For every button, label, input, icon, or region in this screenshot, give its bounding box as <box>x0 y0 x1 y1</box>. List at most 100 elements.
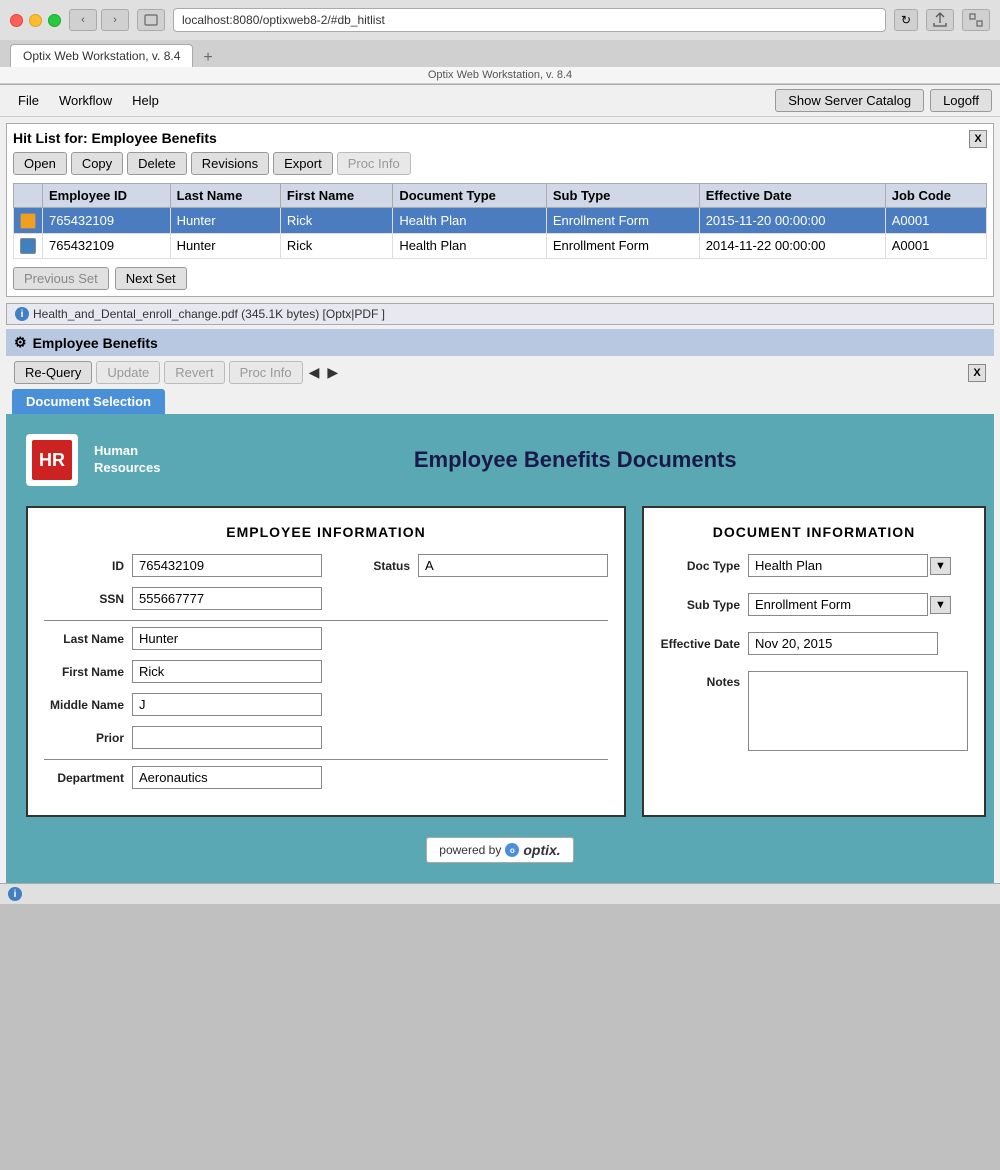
sub-type-select-wrapper: Enrollment Form ▼ <box>748 593 951 616</box>
re-query-button[interactable]: Re-Query <box>14 361 92 384</box>
row-icon-1 <box>20 213 36 229</box>
last-name-label: Last Name <box>44 632 124 646</box>
powered-by: powered by o optix. <box>26 837 974 863</box>
prior-label: Prior <box>44 731 124 745</box>
doc-type-field-row: Doc Type Health Plan ▼ <box>660 554 968 577</box>
menu-file[interactable]: File <box>8 90 49 111</box>
revisions-button[interactable]: Revisions <box>191 152 269 175</box>
forms-row: EMPLOYEE INFORMATION ID Status SSN Last … <box>26 506 974 817</box>
col-last-name: Last Name <box>170 184 280 208</box>
doc-type-select[interactable]: Health Plan <box>748 554 928 577</box>
share-button[interactable] <box>926 9 954 31</box>
optix-dot-icon: o <box>505 843 519 857</box>
hr-logo-inner: HR <box>32 440 72 480</box>
sub-type-label: Sub Type <box>660 598 740 612</box>
next-record-button[interactable]: ▶ <box>325 362 340 383</box>
ssn-input[interactable] <box>132 587 322 610</box>
minimize-window-button[interactable] <box>29 14 42 27</box>
revert-button: Revert <box>164 361 224 384</box>
col-icon <box>14 184 43 208</box>
prior-field-row: Prior <box>44 726 608 749</box>
fullscreen-button[interactable] <box>962 9 990 31</box>
menu-workflow[interactable]: Workflow <box>49 90 122 111</box>
prior-input[interactable] <box>132 726 322 749</box>
department-field-row: Department <box>44 766 608 789</box>
doc-info-box: DOCUMENT INFORMATION Doc Type Health Pla… <box>642 506 986 817</box>
table-row[interactable]: 765432109 Hunter Rick Health Plan Enroll… <box>14 208 987 234</box>
sub-type-select[interactable]: Enrollment Form <box>748 593 928 616</box>
doc-type-dropdown-arrow[interactable]: ▼ <box>930 557 951 575</box>
col-eff-date: Effective Date <box>699 184 885 208</box>
previous-set-button[interactable]: Previous Set <box>13 267 109 290</box>
form-title: Employee Benefits Documents <box>176 447 974 473</box>
refresh-button[interactable]: ↻ <box>894 9 918 31</box>
doc-type-select-wrapper: Health Plan ▼ <box>748 554 951 577</box>
col-employee-id: Employee ID <box>43 184 171 208</box>
show-server-catalog-button[interactable]: Show Server Catalog <box>775 89 924 112</box>
department-input[interactable] <box>132 766 322 789</box>
proc-info-button: Proc Info <box>337 152 411 175</box>
copy-button[interactable]: Copy <box>71 152 123 175</box>
new-tab-button[interactable]: + <box>197 49 218 67</box>
section-header: ⚙ Employee Benefits <box>6 329 994 356</box>
status-bar: i <box>0 883 1000 904</box>
close-window-button[interactable] <box>10 14 23 27</box>
col-job-code: Job Code <box>885 184 986 208</box>
menu-bar: File Workflow Help Show Server Catalog L… <box>0 85 1000 117</box>
department-label: Department <box>44 771 124 785</box>
hitlist-close-button[interactable]: X <box>969 130 987 148</box>
proc-info-action-button: Proc Info <box>229 361 303 384</box>
forward-button[interactable]: › <box>101 9 129 31</box>
logoff-button[interactable]: Logoff <box>930 89 992 112</box>
col-sub-type: Sub Type <box>546 184 699 208</box>
status-input[interactable] <box>418 554 608 577</box>
field-divider-2 <box>44 759 608 760</box>
last-name-input[interactable] <box>132 627 322 650</box>
delete-button[interactable]: Delete <box>127 152 187 175</box>
prev-record-button[interactable]: ◀ <box>307 362 322 383</box>
id-field-row: ID Status <box>44 554 608 577</box>
optix-brand: optix. <box>523 842 560 858</box>
id-input[interactable] <box>132 554 322 577</box>
sub-type-dropdown-arrow[interactable]: ▼ <box>930 596 951 614</box>
menu-help[interactable]: Help <box>122 90 169 111</box>
doc-info-title: DOCUMENT INFORMATION <box>660 524 968 540</box>
eff-date-input[interactable] <box>748 632 938 655</box>
open-button[interactable]: Open <box>13 152 67 175</box>
browser-tab[interactable]: Optix Web Workstation, v. 8.4 <box>10 44 193 67</box>
form-header: HR HumanResources Employee Benefits Docu… <box>26 434 974 486</box>
eff-date-field-row: Effective Date <box>660 632 968 655</box>
document-selection-tab[interactable]: Document Selection <box>12 389 165 414</box>
url-bar[interactable]: localhost:8080/optixweb8-2/#db_hitlist <box>173 8 886 32</box>
maximize-window-button[interactable] <box>48 14 61 27</box>
first-name-input[interactable] <box>132 660 322 683</box>
doc-type-label: Doc Type <box>660 559 740 573</box>
middle-name-input[interactable] <box>132 693 322 716</box>
org-name: HumanResources <box>94 443 160 477</box>
middle-name-label: Middle Name <box>44 698 124 712</box>
employee-info-box: EMPLOYEE INFORMATION ID Status SSN Last … <box>26 506 626 817</box>
tab-bar: Optix Web Workstation, v. 8.4 + <box>0 40 1000 67</box>
last-name-field-row: Last Name <box>44 627 608 650</box>
tab-area: Document Selection <box>6 389 994 414</box>
hitlist-title: Hit List for: Employee Benefits <box>13 130 987 146</box>
window-toggle-button[interactable] <box>137 9 165 31</box>
col-first-name: First Name <box>280 184 392 208</box>
row-icon-2 <box>20 238 36 254</box>
hitlist-table: Employee ID Last Name First Name Documen… <box>13 183 987 259</box>
id-label: ID <box>44 559 124 573</box>
hitlist-toolbar: Open Copy Delete Revisions Export Proc I… <box>13 152 987 175</box>
notes-textarea[interactable] <box>748 671 968 751</box>
back-button[interactable]: ‹ <box>69 9 97 31</box>
file-info-bar: i Health_and_Dental_enroll_change.pdf (3… <box>6 303 994 325</box>
col-doc-type: Document Type <box>393 184 547 208</box>
employee-info-title: EMPLOYEE INFORMATION <box>44 524 608 540</box>
ssn-field-row: SSN <box>44 587 608 610</box>
field-divider-1 <box>44 620 608 621</box>
table-row[interactable]: 765432109 Hunter Rick Health Plan Enroll… <box>14 233 987 259</box>
section-close-button[interactable]: X <box>968 364 986 382</box>
export-button[interactable]: Export <box>273 152 333 175</box>
next-set-button[interactable]: Next Set <box>115 267 187 290</box>
form-area: HR HumanResources Employee Benefits Docu… <box>6 414 994 883</box>
status-label: Status <box>330 559 410 573</box>
